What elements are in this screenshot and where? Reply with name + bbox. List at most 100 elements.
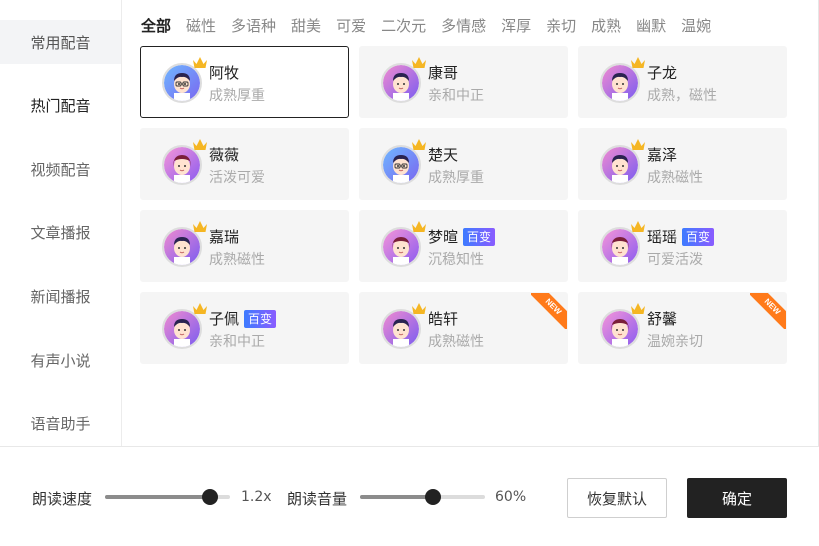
avatar-wrap [600,221,645,267]
voice-description: 亲和中正 [428,88,484,104]
new-ribbon: NEW [750,293,786,329]
volume-value: 60% [495,489,527,505]
speed-slider-thumb[interactable] [202,489,218,505]
man-icon [164,229,200,265]
voice-name-row: 瑶瑶 百变 [647,226,715,247]
voice-name-row: 子龙 [647,62,677,83]
avatar-wrap [600,303,645,349]
voice-name: 皓轩 [428,310,459,328]
reset-defaults-button[interactable]: 恢复默认 [567,478,667,518]
tab-8[interactable]: 亲切 [546,15,576,36]
voice-name-row: 皓轩 [428,308,458,329]
avatar-wrap [162,221,207,267]
man-icon [383,65,419,101]
voice-card[interactable]: 瑶瑶 百变 可爱活泼 [578,210,787,282]
sidebar-item-label: 常用配音 [30,33,91,52]
tab-11[interactable]: 温婉 [681,15,711,36]
crown-icon [411,218,427,232]
avatar [162,227,202,267]
crown-icon [411,54,427,68]
voice-card[interactable]: 子龙 成熟，磁性 [578,46,787,118]
tab-7[interactable]: 浑厚 [501,15,531,36]
voice-description: 成熟厚重 [428,170,484,186]
avatar-wrap [381,57,426,103]
speed-slider[interactable] [105,489,230,505]
tab-10[interactable]: 幽默 [636,15,666,36]
sidebar-item-video[interactable]: 视频配音 [0,147,121,191]
avatar-wrap [600,57,645,103]
voice-card[interactable]: 薇薇 活泼可爱 [140,128,349,200]
woman-icon [602,229,638,265]
voice-name-row: 舒馨 [647,308,677,329]
woman-icon [383,229,419,265]
tab-6[interactable]: 多情感 [441,15,486,36]
voice-name: 子佩 [209,310,240,328]
sidebar-item-hot[interactable]: 热门配音 [0,83,121,127]
new-label: NEW [531,293,567,329]
avatar [600,63,640,103]
avatar-wrap [600,139,645,185]
voice-name-row: 楚天 [428,144,458,165]
voice-name-row: 薇薇 [209,144,239,165]
voice-name: 嘉泽 [647,146,678,164]
avatar [600,227,640,267]
voice-name-row: 嘉瑞 [209,226,239,247]
voice-picker-panel: 常用配音 热门配音 视频配音 文章播报 新闻播报 有声小说 语音助手 全部 磁性多… [0,0,819,546]
tab-0[interactable]: 全部 [141,15,171,36]
voice-description: 活泼可爱 [209,170,265,186]
sidebar-item-label: 热门配音 [30,96,91,115]
volume-label: 朗读音量 [287,490,348,508]
volume-slider[interactable] [360,489,485,505]
tab-3[interactable]: 甜美 [291,15,321,36]
voice-name: 薇薇 [209,146,240,164]
sidebar-item-label: 文章播报 [30,223,91,242]
tab-9[interactable]: 成熟 [591,15,621,36]
voice-card[interactable]: 子佩 百变 亲和中正 [140,292,349,364]
speed-value: 1.2x [241,489,272,505]
voice-name: 舒馨 [647,310,678,328]
crown-icon [411,300,427,314]
tab-1[interactable]: 磁性 [186,15,216,36]
volume-slider-thumb[interactable] [424,489,441,505]
confirm-button[interactable]: 确定 [687,478,787,518]
voice-name-row: 梦暄 百变 [428,226,496,247]
voice-card[interactable]: 嘉瑞 成熟磁性 [140,210,349,282]
voice-name: 嘉瑞 [209,228,240,246]
voice-card[interactable]: 嘉泽 成熟磁性 [578,128,787,200]
sidebar-item-audiobook[interactable]: 有声小说 [0,338,121,382]
tab-2[interactable]: 多语种 [231,15,276,36]
voice-description: 成熟磁性 [209,252,265,268]
voice-name: 子龙 [647,64,678,82]
sidebar-item-assistant[interactable]: 语音助手 [0,401,121,445]
voice-description: 温婉亲切 [647,334,703,350]
avatar [162,63,202,103]
speed-label: 朗读速度 [32,490,93,508]
avatar-wrap [381,139,426,185]
woman-icon [602,311,638,347]
voice-name: 楚天 [428,146,459,164]
sidebar-item-news[interactable]: 新闻播报 [0,274,121,318]
sidebar-item-label: 语音助手 [30,414,91,433]
voice-card[interactable]: 梦暄 百变 沉稳知性 [359,210,568,282]
tab-5[interactable]: 二次元 [381,15,426,36]
tab-4[interactable]: 可爱 [336,15,366,36]
volume-slider-fill [360,495,433,499]
avatar-wrap [162,57,207,103]
voice-name: 康哥 [428,64,459,82]
avatar [162,145,202,185]
style-tabs: 全部 磁性 多语种 甜美 可爱 二次元 多情感 浑厚 亲切 成熟 幽默 温婉 [141,13,726,37]
category-sidebar: 常用配音 热门配音 视频配音 文章播报 新闻播报 有声小说 语音助手 [0,0,122,446]
sidebar-item-common[interactable]: 常用配音 [0,20,121,64]
avatar [381,227,421,267]
voice-card[interactable]: 皓轩 成熟磁性 NEW [359,292,568,364]
voice-card[interactable]: 康哥 亲和中正 [359,46,568,118]
avatar [381,145,421,185]
crown-icon [192,54,208,68]
sidebar-item-article[interactable]: 文章播报 [0,210,121,254]
voice-card[interactable]: 阿牧 成熟厚重 [140,46,349,118]
voice-card[interactable]: 舒馨温婉亲切 NEW [578,292,787,364]
voice-card[interactable]: 楚天 成熟厚重 [359,128,568,200]
avatar-wrap [162,303,207,349]
avatar [600,309,640,349]
voice-name: 梦暄 [428,228,459,246]
